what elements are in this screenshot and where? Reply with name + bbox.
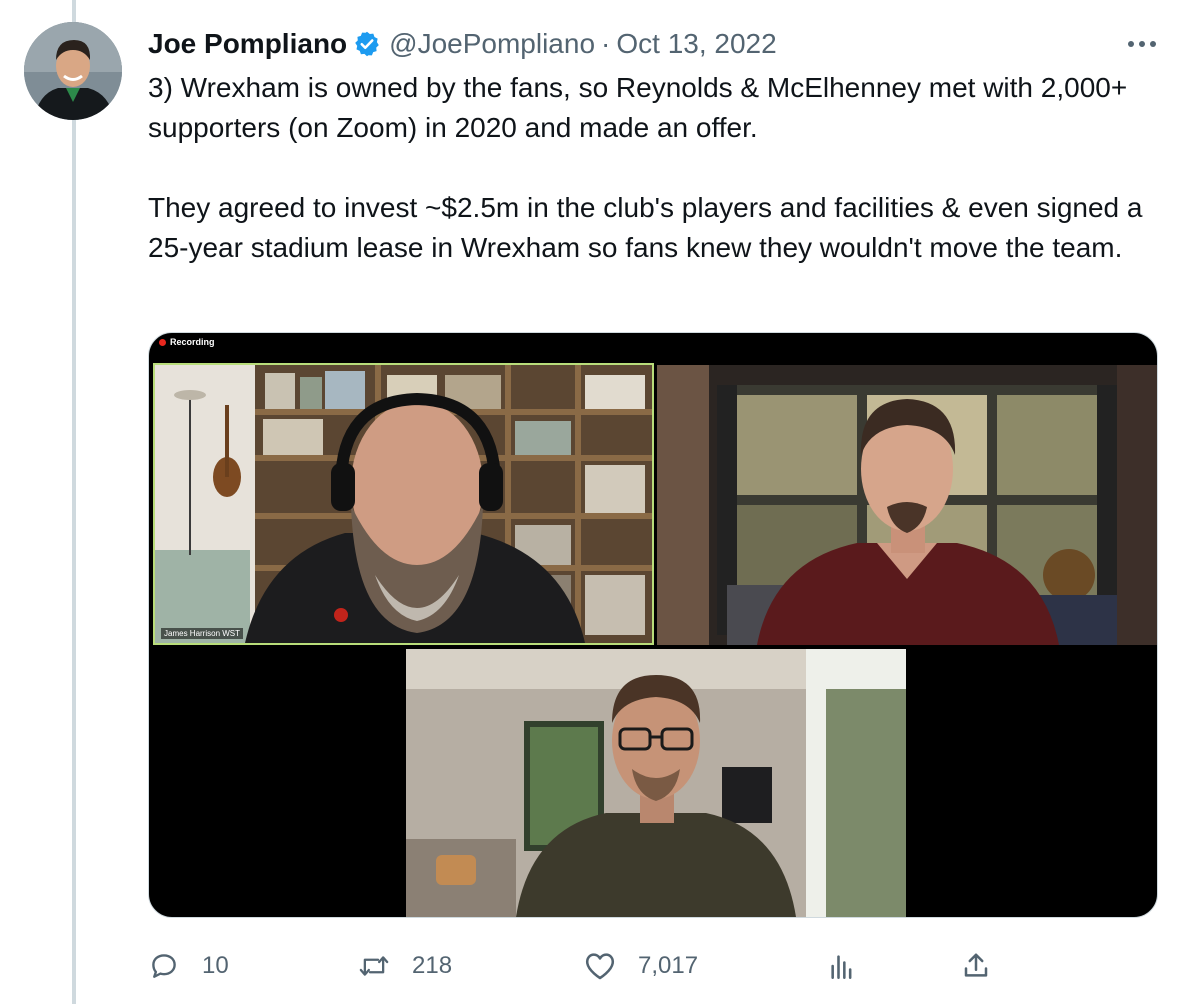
verified-badge-icon (353, 30, 381, 58)
avatar[interactable] (24, 22, 122, 120)
reply-count: 10 (202, 952, 229, 979)
tweet-text: 3) Wrexham is owned by the fans, so Reyn… (148, 68, 1158, 268)
recording-label: Recording (170, 337, 215, 347)
share-icon (960, 950, 992, 982)
tweet-actions: 10 218 7,017 (148, 946, 1008, 986)
reply-button[interactable]: 10 (148, 946, 229, 986)
tweet-paragraph: They agreed to invest ~$2.5m in the club… (148, 192, 1143, 263)
heart-icon (584, 950, 616, 982)
video-frame-room (406, 649, 906, 917)
recording-indicator: Recording (159, 337, 215, 347)
video-tile-participant (657, 365, 1157, 645)
author-handle[interactable]: @JoePompliano (389, 28, 595, 60)
views-icon (826, 950, 858, 982)
like-count: 7,017 (638, 952, 699, 979)
share-button[interactable] (960, 946, 1014, 986)
more-icon[interactable] (1122, 26, 1162, 62)
video-frame-window (657, 365, 1157, 645)
tweet-paragraph: 3) Wrexham is owned by the fans, so Reyn… (148, 72, 1128, 143)
thread-line (72, 0, 76, 1004)
retweet-count: 218 (412, 952, 453, 979)
retweet-icon (358, 950, 390, 982)
retweet-button[interactable]: 218 (358, 946, 452, 986)
separator-dot: · (601, 28, 611, 59)
participant-name-label: James Harrison WST (161, 628, 244, 639)
like-button[interactable]: 7,017 (584, 946, 698, 986)
tweet-date[interactable]: Oct 13, 2022 (616, 28, 776, 60)
video-tile-participant (406, 649, 906, 917)
recording-dot-icon (159, 338, 166, 346)
reply-icon (148, 950, 180, 982)
author-name[interactable]: Joe Pompliano (148, 28, 347, 60)
avatar-image (24, 22, 122, 120)
tweet-media[interactable]: Recording James Harrison WST (148, 332, 1158, 918)
video-tile-speaker: James Harrison WST (153, 363, 654, 645)
video-frame-bookshelf (155, 365, 652, 643)
views-button[interactable] (826, 946, 880, 986)
tweet-header: Joe Pompliano @JoePompliano · Oct 13, 20… (148, 24, 1162, 64)
